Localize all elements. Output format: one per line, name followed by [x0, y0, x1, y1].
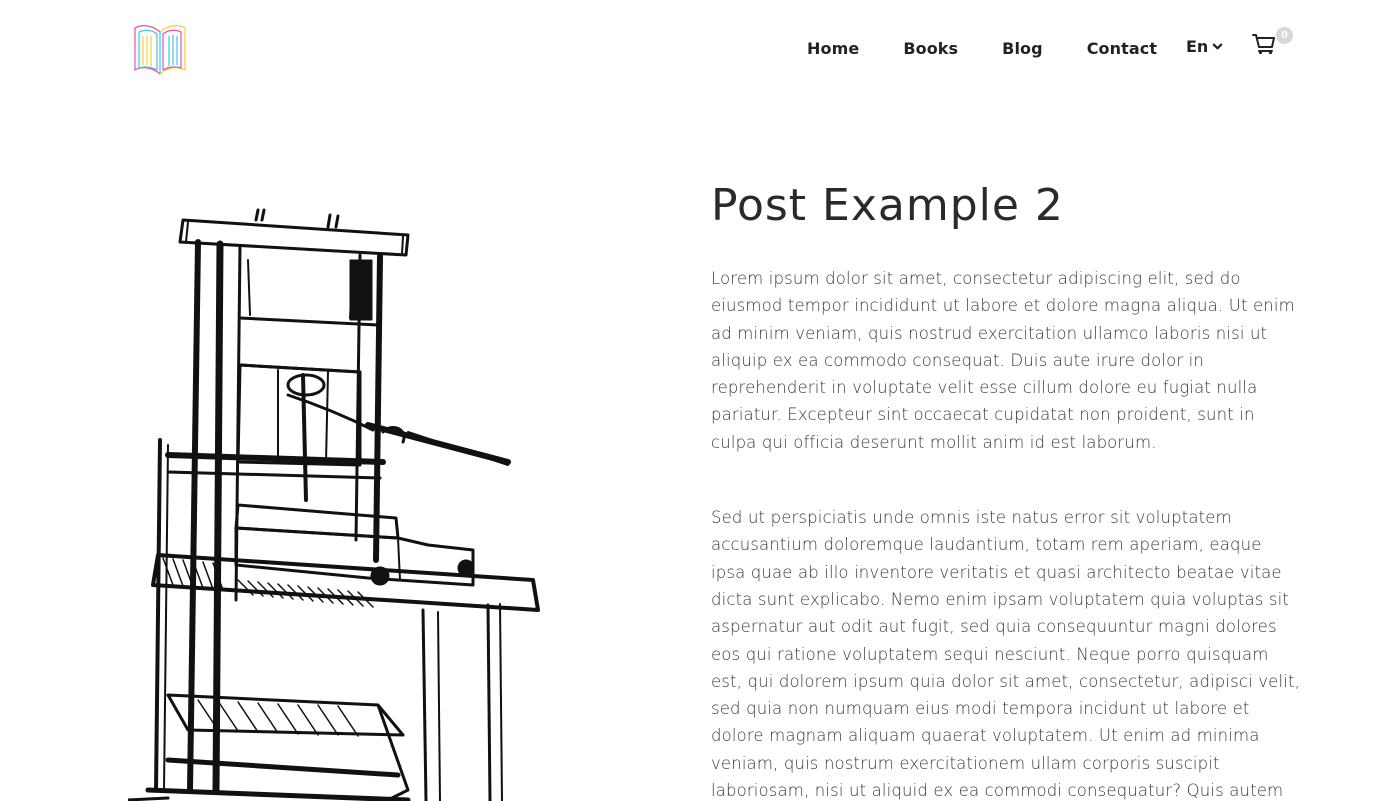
post-content: Post Example 2 Lorem ipsum dolor sit ame…	[711, 176, 1301, 801]
chevron-down-icon	[1213, 43, 1223, 50]
nav-home-link[interactable]: Home	[807, 39, 859, 58]
language-label: En	[1186, 37, 1209, 56]
nav-books-link[interactable]: Books	[903, 39, 958, 58]
site-header: Home Books Blog Contact En 0	[0, 0, 1400, 96]
shopping-cart-icon[interactable]	[1252, 33, 1276, 55]
language-selector[interactable]: En	[1186, 37, 1223, 56]
nav-blog-link[interactable]: Blog	[1002, 39, 1043, 58]
post-title: Post Example 2	[711, 180, 1064, 231]
open-book-logo[interactable]	[130, 20, 190, 78]
main-nav: Home Books Blog Contact	[807, 37, 1201, 59]
post-paragraph-2: Sed ut perspiciatis unde omnis iste natu…	[711, 508, 1300, 801]
nav-contact-link[interactable]: Contact	[1087, 39, 1157, 58]
cart-count-badge: 0	[1276, 27, 1293, 44]
post-paragraph-1: Lorem ipsum dolor sit amet, consectetur …	[711, 269, 1295, 452]
printing-press-illustration	[128, 208, 540, 801]
page: Home Books Blog Contact En 0 Post Exampl…	[0, 0, 1400, 801]
